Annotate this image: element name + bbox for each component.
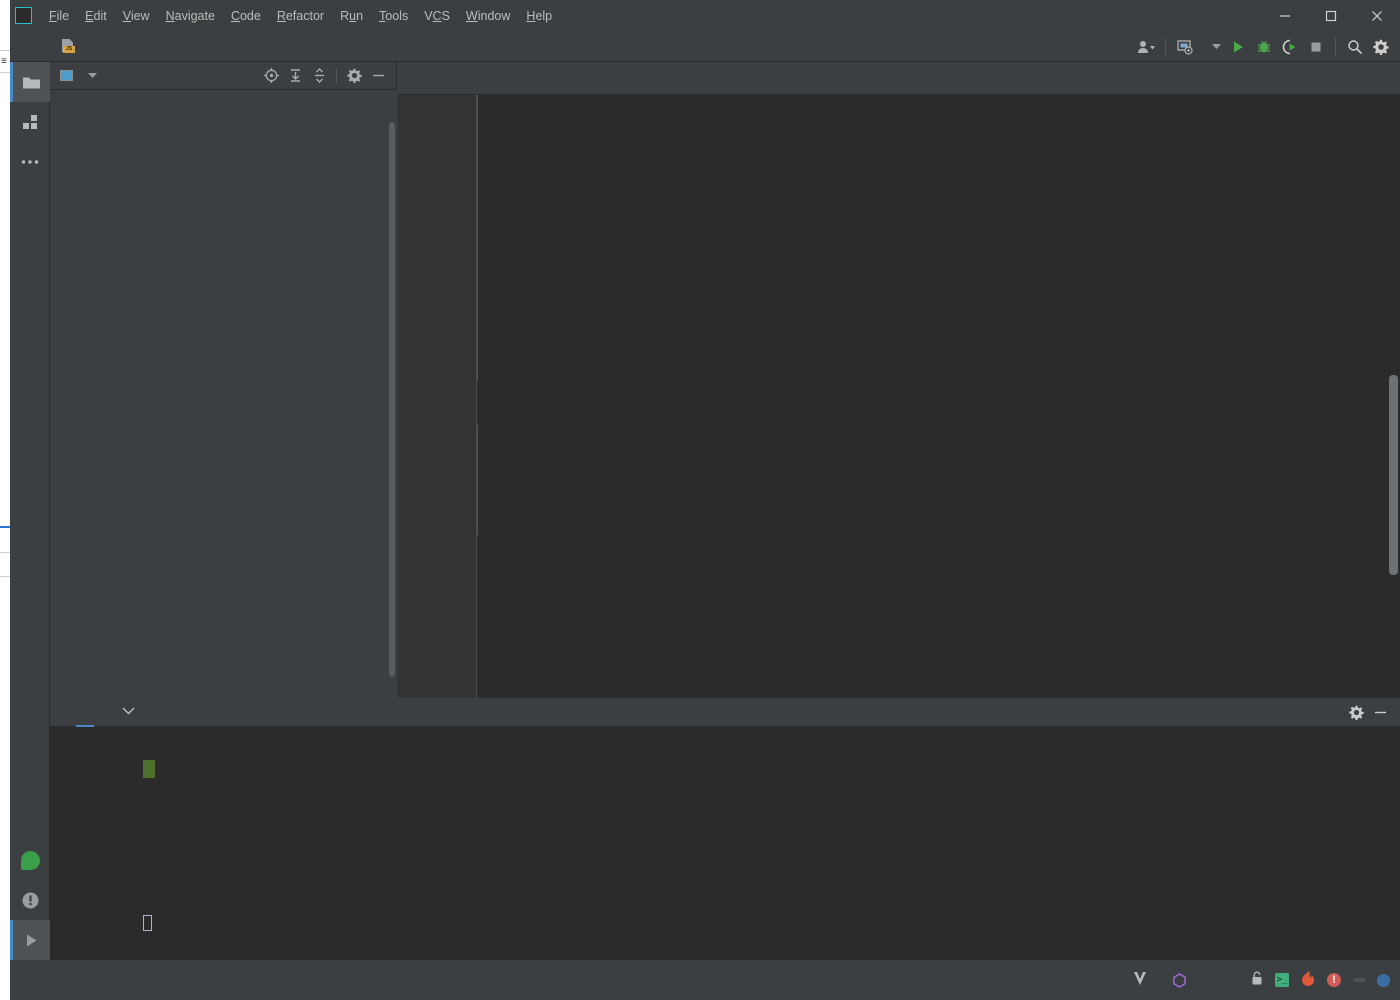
problems-badge[interactable]	[10, 840, 50, 880]
lock-icon[interactable]	[1251, 971, 1263, 989]
terminal-line-compiled	[62, 736, 1400, 778]
terminal-hide-icon[interactable]	[1368, 700, 1392, 724]
structure-tool-icon[interactable]	[10, 102, 50, 142]
terminal-line-app-running	[62, 802, 1400, 824]
terminal-tabs-dropdown-icon[interactable]	[122, 706, 135, 718]
project-panel-scrollbar[interactable]	[389, 122, 395, 677]
hide-panel-icon[interactable]	[366, 64, 390, 88]
done-badge	[143, 760, 156, 778]
minimize-button[interactable]	[1262, 0, 1308, 31]
status-bar-right: >_ !	[1132, 971, 1400, 989]
project-tree[interactable]	[50, 90, 397, 698]
terminal-line-local	[62, 824, 1400, 846]
close-button[interactable]	[1354, 0, 1400, 31]
menu-item-edit[interactable]: Edit	[77, 7, 115, 25]
stop-button[interactable]	[1303, 34, 1329, 60]
menu-item-tools[interactable]: Tools	[371, 7, 416, 25]
edit-configurations-icon[interactable]	[1172, 34, 1198, 60]
theme-indicator[interactable]	[1353, 978, 1365, 982]
toolbar-actions	[1133, 31, 1394, 62]
tabnine-icon	[1173, 972, 1186, 988]
terminal-header	[50, 698, 1400, 727]
left-tool-strip	[10, 62, 50, 1000]
menu-item-window[interactable]: Window	[458, 7, 518, 25]
code-editor[interactable]	[398, 95, 1400, 698]
menu-item-refactor[interactable]: Refactor	[269, 7, 332, 25]
problems-icon[interactable]	[10, 880, 50, 920]
run-configuration-selector[interactable]	[1198, 35, 1225, 59]
terminal-settings-icon[interactable]	[1344, 700, 1368, 724]
settings-button[interactable]	[1368, 34, 1394, 60]
menu-item-help[interactable]: Help	[518, 7, 560, 25]
chevron-down-icon	[88, 72, 97, 78]
maximize-button[interactable]	[1308, 0, 1354, 31]
notification-dot-icon[interactable]	[1377, 973, 1390, 987]
navigation-bar: JS	[10, 31, 1400, 62]
problems-count	[20, 850, 40, 870]
flame-icon[interactable]	[1301, 971, 1315, 989]
debug-button[interactable]	[1251, 34, 1277, 60]
terminal-panel	[50, 698, 1400, 960]
webstorm-logo-icon	[15, 7, 32, 24]
panel-settings-icon[interactable]	[342, 64, 366, 88]
menu-item-view[interactable]: View	[115, 7, 158, 25]
menu-item-run[interactable]: Run	[332, 7, 371, 25]
expand-all-icon[interactable]	[283, 64, 307, 88]
tabnine-status[interactable]	[1172, 972, 1191, 988]
user-account-icon[interactable]	[1133, 34, 1159, 60]
terminal-output[interactable]	[50, 727, 1400, 960]
more-tool-windows-icon[interactable]	[10, 142, 50, 182]
search-everywhere-button[interactable]	[1342, 34, 1368, 60]
terminal-cursor	[143, 915, 153, 931]
breadcrumb-item-main.js[interactable]: JS	[62, 39, 80, 53]
terminal-line-network	[62, 846, 1400, 868]
terminal-prompt-line	[62, 890, 1400, 931]
error-status-icon[interactable]: !	[1327, 973, 1341, 987]
editor-area	[398, 62, 1400, 698]
terminal-status-icon[interactable]: >_	[1275, 973, 1289, 987]
terminal-tab-local[interactable]	[76, 698, 94, 727]
ide-window: File Edit View Navigate Code Refactor Ru…	[10, 0, 1400, 1000]
project-panel	[50, 62, 397, 698]
title-bar: File Edit View Navigate Code Refactor Ru…	[10, 0, 1400, 31]
run-coverage-button[interactable]	[1277, 34, 1303, 60]
run-button[interactable]	[1225, 34, 1251, 60]
menu-bar: File Edit View Navigate Code Refactor Ru…	[41, 0, 560, 31]
js-file-icon: JS	[62, 39, 75, 53]
project-tool-icon[interactable]	[10, 62, 50, 102]
status-bar: >_ !	[10, 960, 1400, 1000]
collapse-all-icon[interactable]	[307, 64, 331, 88]
menu-item-vcs[interactable]: VCS	[416, 7, 458, 25]
bg-fragment-icon: ≡	[1, 56, 7, 67]
editor-tab-bar	[398, 62, 1400, 95]
menu-item-navigate[interactable]: Navigate	[158, 7, 223, 25]
menu-item-file[interactable]: File	[41, 7, 77, 25]
project-window-icon	[60, 70, 73, 81]
select-opened-file-icon[interactable]	[259, 64, 283, 88]
editor-scrollbar[interactable]	[1389, 375, 1398, 575]
chevron-down-icon	[1212, 43, 1221, 49]
window-controls	[1262, 0, 1400, 31]
project-panel-header	[50, 62, 396, 90]
menu-item-code[interactable]: Code	[223, 7, 269, 25]
vue-status-icon	[1132, 971, 1148, 989]
run-tool-icon[interactable]	[10, 920, 50, 960]
code-content[interactable]	[398, 95, 1400, 698]
